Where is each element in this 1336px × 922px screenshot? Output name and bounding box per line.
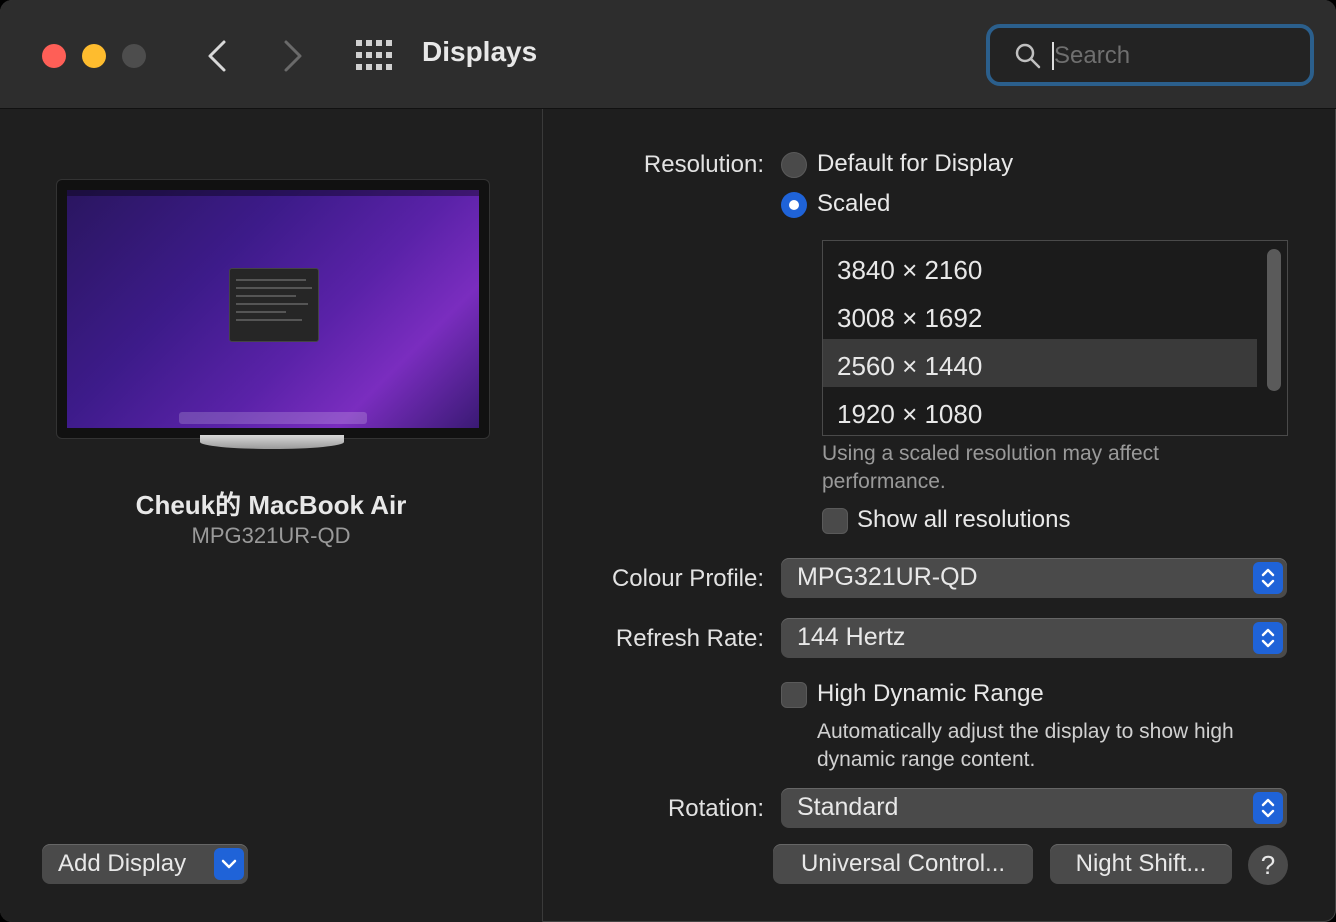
resolution-item[interactable]: 1920 × 1080 bbox=[823, 387, 1257, 435]
mini-dock bbox=[179, 412, 367, 424]
resolution-scrollbar[interactable] bbox=[1267, 249, 1281, 391]
add-display-button[interactable]: Add Display bbox=[42, 844, 248, 884]
close-button[interactable] bbox=[42, 44, 66, 68]
title-bar: Displays bbox=[0, 0, 1336, 109]
computer-name: Cheuk的 MacBook Air bbox=[135, 490, 407, 520]
display-model: MPG321UR-QD bbox=[191, 523, 351, 548]
monitor-bezel bbox=[56, 179, 490, 439]
rotation-popup[interactable]: Standard bbox=[781, 788, 1287, 828]
high-dynamic-range-label[interactable]: High Dynamic Range bbox=[817, 680, 1044, 708]
chevron-down-icon bbox=[214, 848, 244, 880]
colour-profile-value: MPG321UR-QD bbox=[797, 563, 978, 591]
refresh-rate-label: Refresh Rate: bbox=[615, 625, 764, 652]
search-icon bbox=[1015, 43, 1041, 69]
night-shift-button[interactable]: Night Shift... bbox=[1050, 844, 1232, 884]
displays-window: Displays Search Cheuk的 MacBook Air MPG32… bbox=[0, 0, 1336, 922]
refresh-rate-value: 144 Hertz bbox=[797, 623, 906, 651]
chevron-right-icon bbox=[284, 40, 302, 72]
hdr-description: Automatically adjust the display to show… bbox=[817, 720, 1234, 771]
high-dynamic-range-checkbox[interactable] bbox=[781, 682, 807, 708]
forward-button[interactable] bbox=[274, 36, 310, 76]
resolution-label: Resolution: bbox=[643, 151, 764, 178]
mini-window bbox=[229, 268, 319, 342]
up-down-chevron-icon bbox=[1253, 622, 1283, 654]
grid-icon bbox=[356, 40, 392, 70]
colour-profile-label: Colour Profile: bbox=[611, 565, 764, 592]
back-button[interactable] bbox=[200, 36, 236, 76]
rotation-label: Rotation: bbox=[667, 795, 764, 822]
search-box[interactable] bbox=[986, 24, 1314, 86]
display-preview-pane: Cheuk的 MacBook Air MPG321UR-QD Add Displ… bbox=[0, 109, 543, 922]
colour-profile-popup[interactable]: MPG321UR-QD bbox=[781, 558, 1287, 598]
help-button[interactable]: ? bbox=[1248, 845, 1288, 885]
up-down-chevron-icon bbox=[1253, 792, 1283, 824]
resolution-item[interactable]: 3008 × 1692 bbox=[823, 291, 1257, 339]
scaled-label[interactable]: Scaled bbox=[817, 190, 890, 218]
scaled-radio[interactable] bbox=[781, 192, 807, 218]
universal-control-button[interactable]: Universal Control... bbox=[773, 844, 1033, 884]
up-down-chevron-icon bbox=[1253, 562, 1283, 594]
monitor-wallpaper bbox=[67, 190, 479, 428]
default-for-display-label[interactable]: Default for Display bbox=[817, 150, 1013, 178]
rotation-value: Standard bbox=[797, 793, 899, 821]
resolution-item[interactable]: 3840 × 2160 bbox=[823, 243, 1257, 291]
refresh-rate-popup[interactable]: 144 Hertz bbox=[781, 618, 1287, 658]
resolution-list[interactable]: 3840 × 2160 3008 × 1692 2560 × 1440 1920… bbox=[822, 240, 1288, 436]
show-all-resolutions-checkbox[interactable] bbox=[822, 508, 848, 534]
show-all-resolutions-label[interactable]: Show all resolutions bbox=[857, 506, 1070, 534]
scaled-resolution-note: Using a scaled resolution may affect per… bbox=[822, 442, 1159, 493]
search-input[interactable] bbox=[1052, 38, 1296, 74]
show-all-button[interactable] bbox=[354, 38, 394, 74]
default-for-display-radio[interactable] bbox=[781, 152, 807, 178]
monitor-stand bbox=[200, 435, 344, 449]
add-display-label: Add Display bbox=[58, 850, 187, 877]
chevron-left-icon bbox=[208, 40, 226, 72]
text-caret bbox=[1052, 42, 1054, 70]
window-title: Displays bbox=[422, 36, 538, 67]
mini-menubar bbox=[67, 190, 479, 196]
resolution-item-selected[interactable]: 2560 × 1440 bbox=[823, 339, 1257, 387]
minimize-button[interactable] bbox=[82, 44, 106, 68]
monitor-preview[interactable] bbox=[56, 179, 490, 449]
zoom-button[interactable] bbox=[122, 44, 146, 68]
